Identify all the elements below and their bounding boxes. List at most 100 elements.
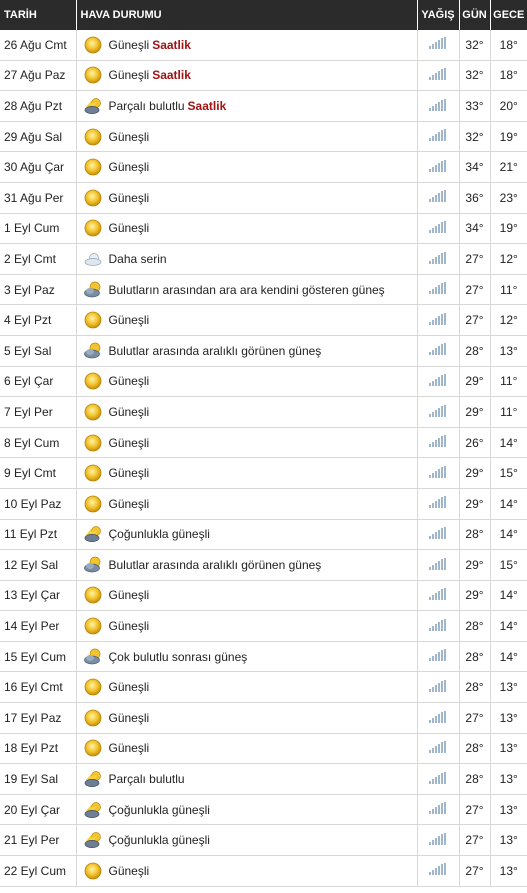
row-day-temp: 32° <box>459 121 491 153</box>
row-condition: Güneşli <box>108 680 150 695</box>
rain-bars-icon <box>429 312 447 328</box>
row-day-temp: 36° <box>459 182 491 214</box>
rain-bars-icon <box>429 802 447 817</box>
row-rain-cell <box>417 794 460 826</box>
row-day-temp: 29° <box>459 549 491 581</box>
row-rain-cell <box>417 274 460 306</box>
row-night-temp: 13° <box>490 855 527 887</box>
row-day-temp: 28° <box>459 671 491 704</box>
forecast-row: 17 Eyl Paz Güneşli 27° 13° <box>0 702 527 734</box>
partly-cloudy-icon <box>83 96 103 116</box>
row-date: 8 Eyl Cum <box>0 427 77 459</box>
row-condition: Güneşli <box>108 190 150 205</box>
forecast-header-row: TARİH HAVA DURUMU YAĞIŞ GÜN GECE <box>0 0 527 30</box>
row-condition-cell: Bulutların arasından ara ara kendini gös… <box>76 274 418 306</box>
row-rain-cell <box>417 457 460 489</box>
rain-bars-icon <box>429 557 447 573</box>
row-rain-cell <box>417 151 460 183</box>
sun-icon <box>83 127 103 147</box>
row-date: 21 Eyl Per <box>0 824 77 857</box>
sun-icon <box>83 433 103 453</box>
sun-icon <box>83 677 103 697</box>
row-rain-cell <box>417 335 460 367</box>
row-night-temp: 11° <box>490 366 527 398</box>
row-condition-cell: Çoğunlukla güneşli <box>76 519 418 551</box>
row-condition-cell: Güneşli <box>76 396 418 428</box>
row-day-temp: 27° <box>459 243 491 275</box>
forecast-table: TARİH HAVA DURUMU YAĞIŞ GÜN GECE 26 Ağu … <box>0 0 527 887</box>
row-rain-cell <box>417 366 460 398</box>
row-night-temp: 13° <box>490 824 527 857</box>
row-condition-cell: Güneşli <box>76 733 418 765</box>
row-condition: Güneşli <box>108 741 150 756</box>
row-condition-cell: Güneşli <box>76 427 418 459</box>
row-rain-cell <box>417 610 460 642</box>
rain-bars-icon <box>429 618 447 634</box>
hourly-link[interactable]: Saatlik <box>188 99 227 113</box>
row-date: 30 Ağu Çar <box>0 151 77 183</box>
row-date: 18 Eyl Pzt <box>0 733 77 765</box>
row-condition: Güneşli <box>108 710 150 725</box>
rain-bars-icon <box>429 343 447 358</box>
row-night-temp: 23° <box>490 182 527 214</box>
rain-bars-icon <box>429 741 447 756</box>
row-night-temp: 11° <box>490 396 527 428</box>
sun-icon <box>83 494 103 514</box>
rain-bars-icon <box>429 435 447 450</box>
forecast-row: 31 Ağu Per Güneşli 36° 23° <box>0 182 527 214</box>
row-day-temp: 33° <box>459 90 491 122</box>
row-night-temp: 13° <box>490 335 527 367</box>
row-date: 17 Eyl Paz <box>0 702 77 734</box>
row-condition: Güneşli <box>108 619 150 634</box>
row-date: 14 Eyl Per <box>0 610 77 642</box>
row-day-temp: 28° <box>459 641 491 673</box>
row-condition: Bulutlar arasında aralıklı görünen güneş <box>108 557 322 572</box>
rain-bars-icon <box>429 373 447 389</box>
sun-icon <box>83 218 103 238</box>
forecast-row: 22 Eyl Cum Güneşli 27° 13° <box>0 855 527 887</box>
partly-cloudy-icon <box>83 769 103 789</box>
row-night-temp: 14° <box>490 610 527 642</box>
cloud-sun-icon <box>83 341 103 361</box>
forecast-row: 27 Ağu Paz Güneşli Saatlik 32° 18° <box>0 60 527 92</box>
row-rain-cell <box>417 60 460 92</box>
row-condition-cell: Güneşli <box>76 213 418 245</box>
row-date: 27 Ağu Paz <box>0 60 77 92</box>
row-day-temp: 29° <box>459 457 491 489</box>
row-date: 22 Eyl Cum <box>0 855 77 887</box>
rain-bars-icon <box>429 98 447 114</box>
row-condition: Çoğunlukla güneşli <box>108 527 210 542</box>
hourly-link[interactable]: Saatlik <box>152 38 191 52</box>
row-night-temp: 14° <box>490 641 527 673</box>
row-date: 12 Eyl Sal <box>0 549 77 581</box>
row-rain-cell <box>417 243 460 275</box>
row-day-temp: 28° <box>459 763 491 795</box>
row-condition-cell: Daha serin <box>76 243 418 275</box>
row-night-temp: 15° <box>490 549 527 581</box>
forecast-row: 7 Eyl Per Güneşli 29° 11° <box>0 396 527 428</box>
row-date: 15 Eyl Cum <box>0 641 77 673</box>
header-rain: YAĞIŞ <box>417 0 460 30</box>
partly-cloudy-icon <box>83 524 103 544</box>
row-night-temp: 13° <box>490 702 527 734</box>
row-condition: Çoğunlukla güneşli <box>108 802 210 817</box>
row-date: 11 Eyl Pzt <box>0 519 77 551</box>
rain-bars-icon <box>429 679 447 695</box>
hourly-link[interactable]: Saatlik <box>152 68 191 82</box>
row-night-temp: 19° <box>490 213 527 245</box>
row-condition: Güneşli <box>108 435 150 450</box>
row-date: 16 Eyl Cmt <box>0 671 77 704</box>
row-night-temp: 14° <box>490 488 527 520</box>
row-date: 31 Ağu Per <box>0 182 77 214</box>
row-rain-cell <box>417 641 460 673</box>
rain-bars-icon <box>429 649 447 664</box>
row-condition-cell: Güneşli <box>76 151 418 183</box>
row-rain-cell <box>417 121 460 153</box>
row-condition: Çoğunlukla güneşli <box>108 833 210 848</box>
forecast-row: 15 Eyl Cum Çok bulutlu sonrası güneş 28° 14… <box>0 641 527 673</box>
row-condition: Güneşli <box>108 466 150 481</box>
sun-icon <box>83 157 103 177</box>
row-day-temp: 29° <box>459 580 491 612</box>
row-date: 19 Eyl Sal <box>0 763 77 795</box>
rain-bars-icon <box>429 863 447 878</box>
